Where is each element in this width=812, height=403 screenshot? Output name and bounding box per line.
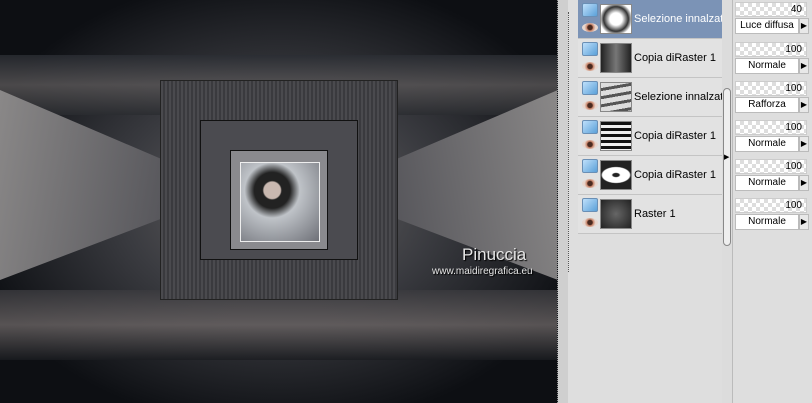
- blend-mode-arrow-icon[interactable]: ▶: [799, 97, 809, 113]
- layer-row[interactable]: Copia diRaster 1: [578, 117, 722, 156]
- layer-thumbnail: [600, 121, 632, 151]
- layer-group-tree-line: [568, 12, 574, 272]
- blend-mode-arrow-icon[interactable]: ▶: [799, 18, 809, 34]
- eye-icon[interactable]: [582, 140, 598, 149]
- blend-mode-select[interactable]: Luce diffusa: [735, 18, 799, 34]
- blend-mode-select[interactable]: Normale: [735, 175, 799, 191]
- opacity-slider[interactable]: 40: [735, 2, 807, 17]
- layer-row[interactable]: Raster 1: [578, 195, 722, 234]
- layer-name: Raster 1: [634, 208, 676, 220]
- watermark-url: www.maidiregrafica.eu: [432, 266, 533, 277]
- layer-row[interactable]: Selezione innalzata 1: [578, 78, 739, 117]
- scrollbar-thumb[interactable]: ▶: [723, 88, 731, 246]
- layer-thumbnail: [600, 4, 632, 34]
- opacity-slider[interactable]: 100: [735, 159, 807, 174]
- layers-panel: Selezione innalzata Copia diRaster 1 Sel…: [568, 0, 739, 403]
- layer-icon: [582, 159, 598, 173]
- opacity-slider[interactable]: 100: [735, 120, 807, 135]
- opacity-slider[interactable]: 100: [735, 81, 807, 96]
- blend-mode-arrow-icon[interactable]: ▶: [799, 58, 809, 74]
- blend-mode-select[interactable]: Normale: [735, 136, 799, 152]
- layer-thumbnail: [600, 160, 632, 190]
- blend-mode-arrow-icon[interactable]: ▶: [799, 136, 809, 152]
- layers-scrollbar[interactable]: ▶: [722, 0, 732, 403]
- layer-icon: [582, 120, 598, 134]
- layer-name: Selezione innalzata: [634, 13, 730, 25]
- layer-icon: [582, 81, 598, 95]
- blend-mode-select[interactable]: Normale: [735, 214, 799, 230]
- eye-icon[interactable]: [582, 179, 598, 188]
- layer-name: Copia diRaster 1: [634, 52, 716, 64]
- opacity-slider[interactable]: 100: [735, 198, 807, 213]
- portrait-image: [240, 162, 320, 242]
- arrow-right-icon: ▶: [724, 154, 730, 161]
- eye-icon[interactable]: [582, 62, 598, 71]
- layer-icon: [582, 42, 598, 56]
- eye-icon[interactable]: [582, 23, 598, 32]
- eye-icon[interactable]: [582, 101, 598, 110]
- layer-icon: [582, 198, 598, 212]
- layer-thumbnail: [600, 82, 632, 112]
- blend-mode-select[interactable]: Normale: [735, 58, 799, 74]
- eye-icon[interactable]: [582, 218, 598, 227]
- watermark-title: Pinuccia: [462, 245, 527, 264]
- layer-row[interactable]: Copia diRaster 1: [578, 156, 722, 195]
- layer-row[interactable]: Copia diRaster 1: [578, 39, 722, 78]
- blend-mode-arrow-icon[interactable]: ▶: [799, 175, 809, 191]
- layer-icon: [582, 3, 598, 17]
- layer-name: Copia diRaster 1: [634, 130, 716, 142]
- image-canvas[interactable]: Pinuccia www.maidiregrafica.eu: [0, 0, 558, 403]
- layer-properties-panel: 40 Luce diffusa ▶ 100 Normale ▶ 100 Rafforza ▶…: [732, 0, 812, 403]
- layer-thumbnail: [600, 199, 632, 229]
- blend-mode-select[interactable]: Rafforza: [735, 97, 799, 113]
- layer-row[interactable]: Selezione innalzata: [578, 0, 729, 39]
- band-bottom: [0, 290, 557, 360]
- blend-mode-arrow-icon[interactable]: ▶: [799, 214, 809, 230]
- opacity-slider[interactable]: 100: [735, 42, 807, 57]
- layer-name: Copia diRaster 1: [634, 169, 716, 181]
- layer-thumbnail: [600, 43, 632, 73]
